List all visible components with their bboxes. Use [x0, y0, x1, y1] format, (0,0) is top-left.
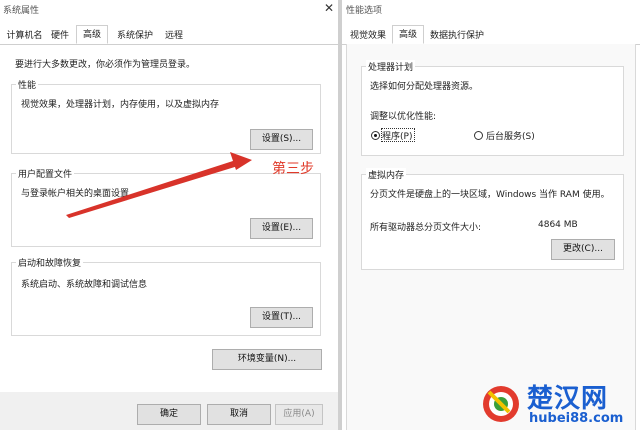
user-profile-desc: 与登录帐户相关的桌面设置	[21, 189, 130, 199]
cancel-button[interactable]: 取消	[207, 404, 271, 425]
performance-options-window: 性能选项 视觉效果 高级 数据执行保护 处理器计划 选择如何分配处理器资源。 调…	[342, 0, 640, 430]
startup-recovery-legend: 启动和故障恢复	[16, 256, 84, 269]
performance-group: 性能 视觉效果，处理器计划，内存使用，以及虚拟内存 设置(S)...	[11, 78, 321, 154]
system-properties-window: 系统属性 ✕ 计算机名 硬件 高级 系统保护 远程 要进行大多数更改，你必须作为…	[0, 0, 338, 430]
window-title: 系统属性	[3, 6, 40, 16]
performance-legend: 性能	[16, 78, 39, 91]
admin-note: 要进行大多数更改，你必须作为管理员登录。	[15, 60, 196, 70]
tab-remote[interactable]: 远程	[160, 27, 188, 43]
window-title: 性能选项	[346, 6, 383, 16]
virtual-memory-desc: 分页文件是硬盘上的一块区域，Windows 当作 RAM 使用。	[370, 190, 610, 200]
startup-recovery-group: 启动和故障恢复 系统启动、系统故障和调试信息 设置(T)...	[11, 256, 321, 336]
processor-scheduling-group: 处理器计划 选择如何分配处理器资源。 调整以优化性能: 程序(P) 后台服务(S…	[361, 60, 624, 156]
watermark-logo-icon	[483, 386, 519, 422]
total-paging-label: 所有驱动器总分页文件大小:	[370, 223, 482, 233]
processor-scheduling-legend: 处理器计划	[366, 60, 416, 73]
tab-computer-name[interactable]: 计算机名	[3, 27, 46, 43]
performance-desc: 视觉效果，处理器计划，内存使用，以及虚拟内存	[21, 100, 220, 110]
startup-recovery-desc: 系统启动、系统故障和调试信息	[21, 280, 148, 290]
programs-radio[interactable]	[371, 131, 380, 140]
virtual-memory-group: 虚拟内存 分页文件是硬盘上的一块区域，Windows 当作 RAM 使用。 所有…	[361, 168, 624, 270]
watermark: 楚汉网 hubei88.com	[477, 378, 640, 430]
tab-system-protection[interactable]: 系统保护	[111, 27, 159, 43]
tab-panel: 处理器计划 选择如何分配处理器资源。 调整以优化性能: 程序(P) 后台服务(S…	[346, 44, 636, 430]
background-services-label[interactable]: 后台服务(S)	[486, 129, 535, 142]
change-button[interactable]: 更改(C)...	[551, 239, 615, 260]
watermark-cn: 楚汉网	[527, 384, 609, 414]
programs-label[interactable]: 程序(P)	[382, 129, 412, 142]
performance-settings-button[interactable]: 设置(S)...	[250, 129, 313, 150]
tab-advanced[interactable]: 高级	[76, 25, 108, 44]
environment-variables-button[interactable]: 环境变量(N)...	[212, 349, 322, 370]
close-icon[interactable]: ✕	[324, 1, 334, 15]
tab-dep[interactable]: 数据执行保护	[428, 27, 486, 43]
title-bar: 系统属性 ✕	[0, 0, 338, 20]
footer-bar: 确定 取消 应用(A)	[0, 392, 338, 430]
user-profile-legend: 用户配置文件	[16, 167, 75, 180]
optimize-label: 调整以优化性能:	[370, 112, 437, 122]
watermark-url: hubei88.com	[529, 411, 624, 426]
tab-hardware[interactable]: 硬件	[46, 27, 74, 43]
tab-advanced[interactable]: 高级	[392, 25, 424, 44]
tab-strip: 视觉效果 高级 数据执行保护	[342, 25, 640, 45]
processor-scheduling-desc: 选择如何分配处理器资源。	[370, 82, 479, 92]
ok-button[interactable]: 确定	[137, 404, 201, 425]
user-profile-settings-button[interactable]: 设置(E)...	[250, 218, 313, 239]
apply-button[interactable]: 应用(A)	[275, 404, 323, 425]
tab-strip: 计算机名 硬件 高级 系统保护 远程	[0, 25, 338, 45]
startup-settings-button[interactable]: 设置(T)...	[250, 307, 313, 328]
step-three-label: 第三步	[272, 161, 314, 177]
title-bar: 性能选项	[342, 0, 640, 20]
background-services-radio[interactable]	[474, 131, 483, 140]
tab-visual-effects[interactable]: 视觉效果	[346, 27, 390, 43]
user-profile-group: 用户配置文件 与登录帐户相关的桌面设置 设置(E)...	[11, 167, 321, 247]
total-paging-value: 4864 MB	[538, 220, 578, 230]
virtual-memory-legend: 虚拟内存	[366, 168, 407, 181]
